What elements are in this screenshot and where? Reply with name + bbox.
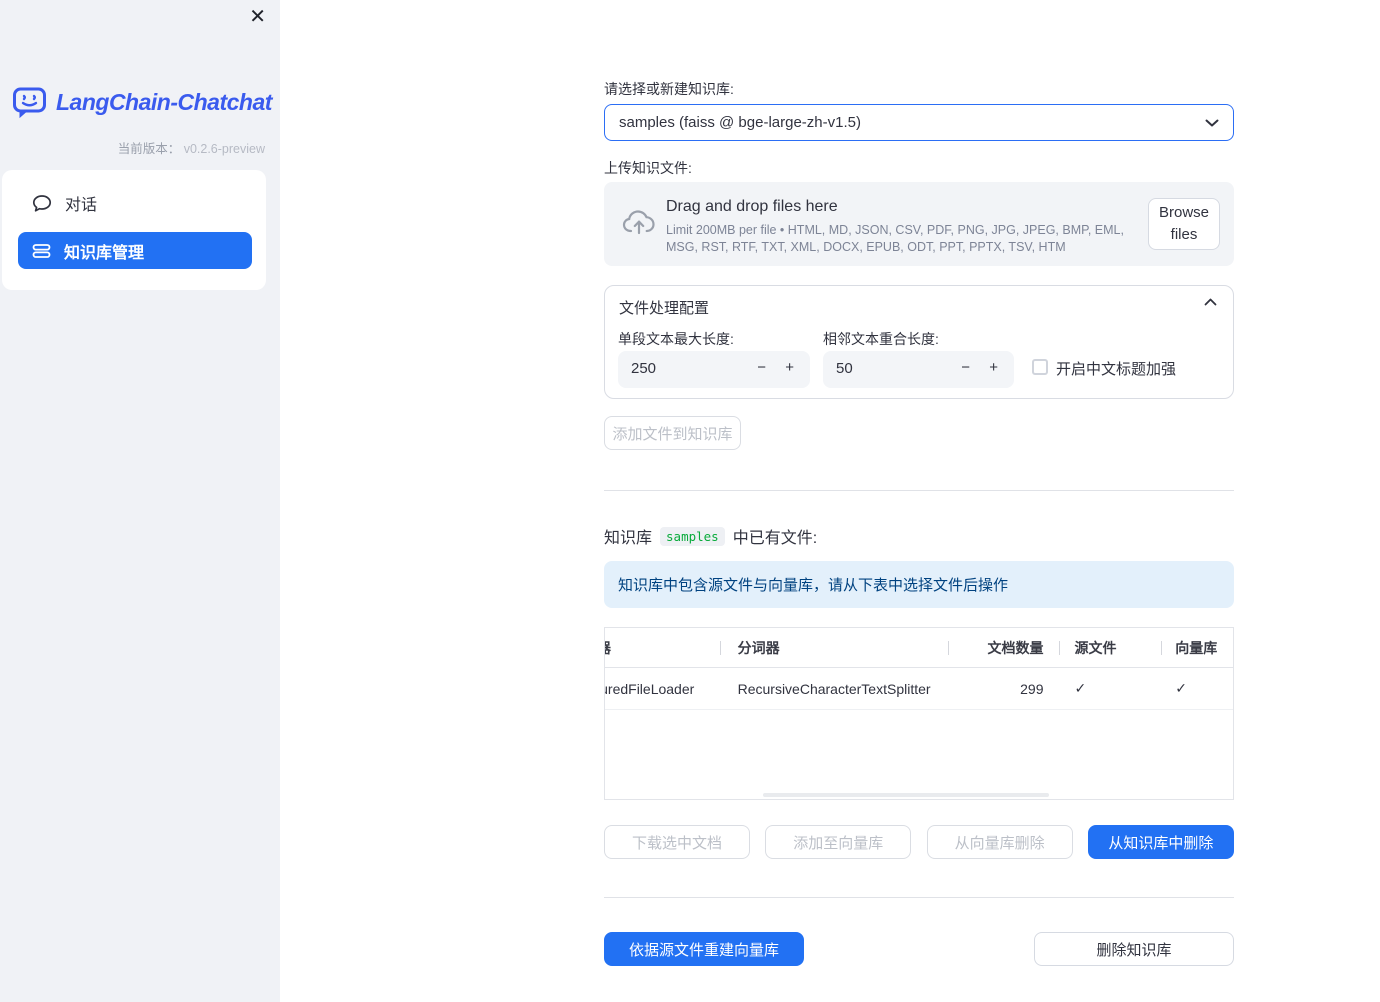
file-action-buttons: 下载选中文档 添加至向量库 从向量库删除 从知识库中删除 [604, 825, 1234, 859]
minus-stepper-icon[interactable]: − [757, 359, 766, 376]
kb-management-buttons: 依据源文件重建向量库 删除知识库 [604, 932, 1234, 966]
file-config-title[interactable]: 文件处理配置 [619, 297, 709, 318]
remove-from-vector-store-button[interactable]: 从向量库删除 [926, 825, 1073, 859]
version-info: 当前版本： v0.2.6-preview [118, 138, 265, 157]
sidebar: ✕ LangChain-Chatchat 当前版本： v0.2.6-previe… [0, 0, 280, 1002]
kb-files-table[interactable]: 文档加载器 分词器 文档数量 源文件 向量库 UnstructuredFileL… [604, 627, 1234, 800]
sidebar-item-chat-label: 对话 [65, 197, 98, 214]
column-header-source-file[interactable]: 源文件 [1058, 628, 1160, 667]
divider [604, 490, 1234, 491]
overlap-size-label: 相邻文本重合长度: [823, 331, 939, 347]
overlap-size-input[interactable]: 50 − + [823, 351, 1014, 388]
dropzone-limit-text: Limit 200MB per file • HTML, MD, JSON, C… [666, 223, 1124, 254]
column-header-doc-count[interactable]: 文档数量 [947, 628, 1058, 667]
file-config-expander: 文件处理配置 单段文本最大长度: 相邻文本重合长度: 250 − + 50 − … [604, 285, 1234, 399]
column-header-vector-store[interactable]: 向量库 [1159, 628, 1233, 667]
delete-kb-button[interactable]: 删除知识库 [1034, 932, 1234, 966]
chunk-size-input[interactable]: 250 − + [618, 351, 810, 388]
chunk-size-label: 单段文本最大长度: [618, 331, 734, 347]
kb-select-label: 请选择或新建知识库: [604, 81, 734, 97]
chevron-up-icon[interactable] [1204, 298, 1217, 306]
kb-files-heading: 知识库 samples 中已有文件: [604, 524, 817, 548]
stacked-list-icon [32, 243, 51, 259]
kb-files-heading-suffix: 中已有文件: [732, 530, 818, 547]
file-uploader-dropzone[interactable]: Drag and drop files here Limit 200MB per… [604, 182, 1234, 266]
cell-source-file-check: ✓ [1074, 680, 1087, 696]
column-header-loader[interactable]: 文档加载器 [605, 628, 720, 667]
version-label: 当前版本： [117, 142, 181, 156]
column-separator [1161, 641, 1162, 655]
version-value: v0.2.6-preview [183, 142, 265, 156]
cell-loader: UnstructuredFileLoader [605, 680, 695, 697]
cell-splitter: RecursiveCharacterTextSplitter [737, 680, 931, 697]
info-alert-text: 知识库中包含源文件与向量库，请从下表中选择文件后操作 [618, 577, 1009, 594]
horizontal-scrollbar[interactable] [763, 793, 1049, 797]
chat-smiley-logo-icon [12, 86, 48, 119]
app-title: LangChain-Chatchat [56, 89, 272, 115]
column-separator [1059, 641, 1060, 655]
zh-title-enhance-label: 开启中文标题加强 [1056, 361, 1177, 378]
plus-stepper-icon[interactable]: + [785, 359, 794, 376]
chevron-down-icon[interactable] [1205, 119, 1219, 127]
column-header-splitter[interactable]: 分词器 [720, 628, 947, 667]
minus-stepper-icon[interactable]: − [961, 359, 970, 376]
kb-selectbox[interactable]: samples (faiss @ bge-large-zh-v1.5) [604, 104, 1234, 141]
cell-doc-count: 299 [1020, 680, 1044, 697]
sidebar-menu: 对话 知识库管理 [2, 170, 266, 290]
dropzone-title: Drag and drop files here [666, 198, 838, 215]
kb-name-code: samples [660, 526, 725, 546]
info-alert: 知识库中包含源文件与向量库，请从下表中选择文件后操作 [604, 561, 1234, 608]
sidebar-item-chat[interactable]: 对话 [16, 180, 252, 226]
chunk-size-value: 250 [631, 360, 657, 377]
close-sidebar-icon[interactable]: ✕ [249, 4, 266, 30]
sidebar-item-kb-label: 知识库管理 [64, 244, 145, 262]
upload-label: 上传知识文件: [604, 160, 692, 176]
zh-title-enhance-checkbox[interactable] [1032, 359, 1048, 375]
overlap-size-value: 50 [836, 360, 853, 377]
chat-bubble-icon [32, 194, 52, 213]
add-to-vector-store-button[interactable]: 添加至向量库 [765, 825, 912, 859]
kb-files-heading-prefix: 知识库 [604, 530, 653, 547]
browse-files-button[interactable]: Browse files [1148, 198, 1220, 250]
sidebar-item-kb-management[interactable]: 知识库管理 [18, 232, 252, 269]
kb-selectbox-value: samples (faiss @ bge-large-zh-v1.5) [619, 114, 861, 131]
divider [604, 897, 1234, 898]
table-row[interactable]: UnstructuredFileLoader RecursiveCharacte… [605, 668, 1233, 710]
plus-stepper-icon[interactable]: + [989, 359, 998, 376]
column-separator [720, 641, 721, 655]
cell-vector-store-check: ✓ [1175, 680, 1187, 696]
app-logo: LangChain-Chatchat [12, 86, 272, 119]
cloud-upload-icon [621, 207, 657, 237]
delete-from-kb-button[interactable]: 从知识库中删除 [1087, 825, 1234, 859]
column-separator [948, 641, 949, 655]
add-files-to-kb-button[interactable]: 添加文件到知识库 [604, 416, 741, 450]
table-header-row: 文档加载器 分词器 文档数量 源文件 向量库 [605, 628, 1233, 668]
download-selected-button[interactable]: 下载选中文档 [604, 825, 750, 859]
rebuild-vector-store-button[interactable]: 依据源文件重建向量库 [604, 932, 804, 966]
